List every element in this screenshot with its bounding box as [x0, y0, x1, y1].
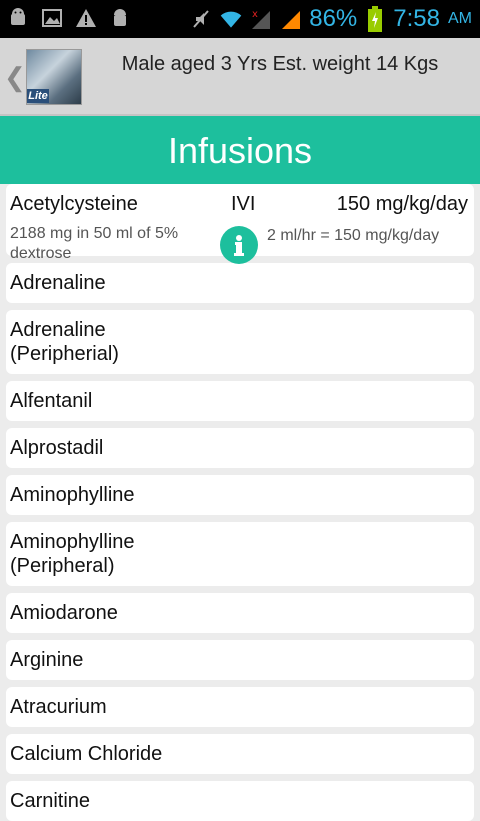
list-item[interactable]: Adrenaline [6, 263, 474, 303]
android-icon [108, 6, 132, 30]
status-bar: x 86% 7:58 AM [0, 0, 480, 38]
android-debug-icon [6, 6, 30, 30]
list-item[interactable]: Aminophylline (Peripheral) [6, 522, 474, 586]
system-tray: x 86% 7:58 AM [189, 4, 472, 34]
list-item[interactable]: Alprostadil [6, 428, 474, 468]
list-item-expanded[interactable]: Acetylcysteine IVI 150 mg/kg/day 2188 mg… [6, 184, 474, 264]
patient-summary[interactable]: Male aged 3 Yrs Est. weight 14 Kgs [120, 52, 440, 76]
list-item[interactable]: Arginine [6, 640, 474, 680]
clock-time: 7:58 [393, 5, 440, 32]
section-title: Infusions [167, 130, 313, 171]
drug-dose: 150 mg/kg/day [336, 193, 468, 215]
info-icon[interactable] [220, 226, 258, 264]
list-item[interactable]: Amiodarone [6, 593, 474, 633]
app-header: ❮ Lite Male aged 3 Yrs Est. weight 14 Kg… [0, 38, 480, 116]
notification-icons [6, 6, 132, 30]
mute-icon [189, 7, 213, 31]
drug-rate: 2 ml/hr = 150 mg/kg/day [267, 227, 440, 244]
drug-name: Acetylcysteine [10, 193, 138, 215]
image-icon [40, 6, 64, 30]
section-banner: Infusions [0, 116, 480, 184]
svg-text:x: x [252, 9, 258, 20]
drug-route: IVI [231, 193, 256, 215]
signal-icon [279, 7, 303, 31]
list-item[interactable]: Calcium Chloride [6, 734, 474, 774]
drug-preparation: 2188 mg in 50 ml of 5% dextrose [10, 225, 179, 262]
infusion-list: Acetylcysteine IVI 150 mg/kg/day 2188 mg… [6, 184, 474, 821]
list-item[interactable]: Atracurium [6, 687, 474, 727]
list-item[interactable]: Carnitine [6, 781, 474, 821]
back-chevron-icon[interactable]: ❮ [4, 62, 26, 93]
list-item[interactable]: Adrenaline (Peripherial) [6, 310, 474, 374]
wifi-icon [219, 7, 243, 31]
list-item[interactable]: Alfentanil [6, 381, 474, 421]
battery-charging-icon [363, 6, 387, 32]
clock-ampm: AM [448, 10, 472, 27]
warning-icon [74, 6, 98, 30]
battery-percent: 86% [309, 5, 358, 32]
lite-badge: Lite [27, 89, 49, 103]
signal-off-icon: x [249, 7, 273, 31]
list-item[interactable]: Aminophylline [6, 475, 474, 515]
